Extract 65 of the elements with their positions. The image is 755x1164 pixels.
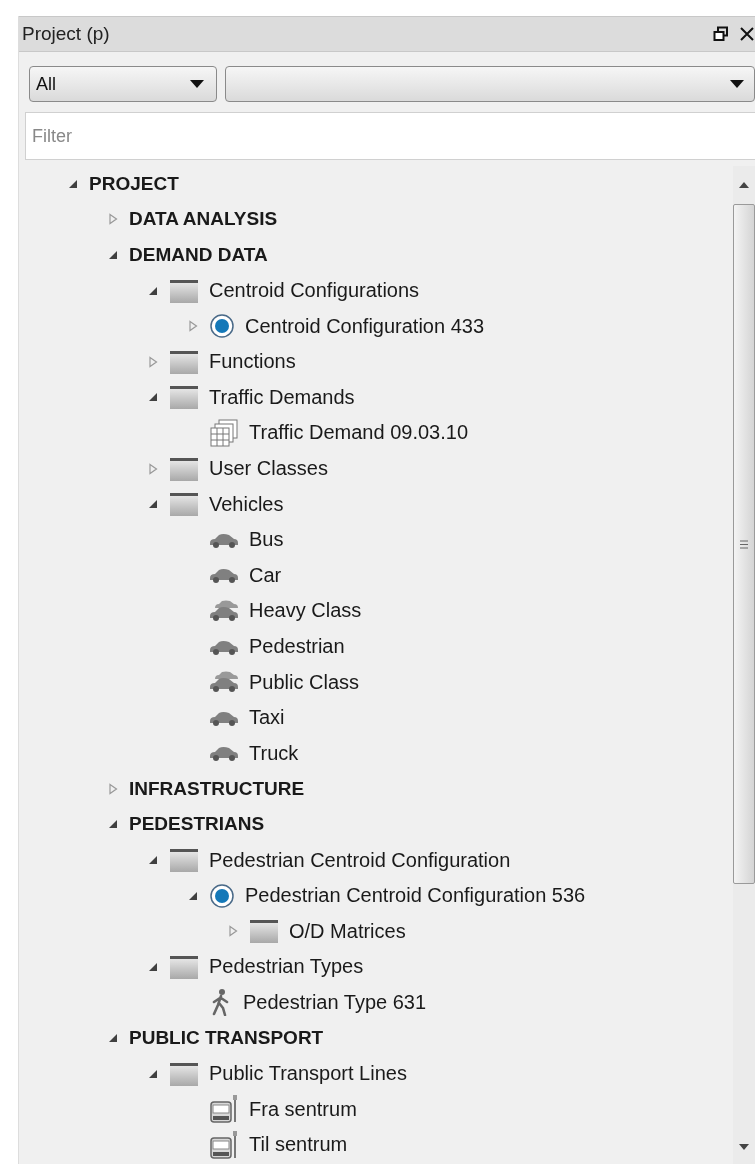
tree-item-label[interactable]: Taxi [249,706,285,730]
tree-item-label[interactable]: DATA ANALYSIS [129,208,278,231]
tree-item-label[interactable]: Vehicles [209,492,284,516]
folder-icon [169,847,199,874]
grip-icon [740,539,748,549]
stacked-car-icon [209,671,239,694]
tree-item-label[interactable]: Public Class [249,670,360,694]
tree-item-label[interactable]: Centroid Configurations [209,279,420,303]
collapse-arrow-icon[interactable] [107,249,119,261]
tree-item-label[interactable]: Til sentrum [249,1133,348,1157]
bus-stop-icon [209,1129,239,1160]
collapse-arrow-icon[interactable] [107,818,119,831]
grid-icon [209,417,239,448]
tree-item-label[interactable]: Pedestrian Centroid Configuration 536 [245,884,586,908]
dropdown-arrow-icon [190,80,204,88]
tree-item-label[interactable]: O/D Matrices [289,919,406,943]
radio-dot-icon [209,313,235,340]
close-icon[interactable] [739,26,755,42]
scroll-down-icon[interactable] [739,1144,749,1150]
tree-item-label[interactable]: Truck [249,741,299,765]
dropdown-arrow-icon [730,80,744,88]
folder-icon [169,277,199,304]
tree-item-label[interactable]: Pedestrian Type 631 [243,990,427,1014]
folder-icon [249,918,279,945]
tree-item-label[interactable]: PEDESTRIANS [129,813,265,836]
tree-item-label[interactable]: Public Transport Lines [209,1062,407,1086]
tree-item-label[interactable]: DEMAND DATA [129,244,268,266]
filter-field[interactable]: Filter [25,112,755,160]
tree-item-label[interactable]: Pedestrian Types [209,955,364,979]
category-dropdown[interactable] [225,66,755,102]
collapse-arrow-icon[interactable] [147,854,159,867]
tree-item-label[interactable]: Car [249,563,282,587]
stacked-car-icon [209,599,239,622]
tree-item-label[interactable]: PUBLIC TRANSPORT [129,1027,324,1050]
panel-title: Project (p) [22,23,111,45]
collapse-arrow-icon[interactable] [147,498,159,511]
tree-item-label[interactable]: Centroid Configuration 433 [245,314,485,338]
type-dropdown[interactable]: All [29,66,217,102]
scroll-up-icon[interactable] [739,182,749,188]
folder-icon [169,491,199,518]
radio-dot-icon [209,882,235,909]
tree-item-label[interactable]: Traffic Demand 09.03.10 [249,421,468,445]
scrollbar-thumb[interactable] [733,204,755,884]
collapse-arrow-icon[interactable] [107,1032,119,1045]
tree-item-label[interactable]: User Classes [209,457,328,481]
tree-item-label[interactable]: INFRASTRUCTURE [129,777,305,800]
folder-icon [169,953,199,980]
tree-item-label[interactable]: Bus [249,528,284,552]
folder-icon [169,384,199,411]
car-icon [209,744,239,763]
tree-item-label[interactable]: Traffic Demands [209,385,355,409]
restore-window-icon[interactable] [713,26,729,42]
folder-icon [169,348,199,375]
tree-item-label[interactable]: PROJECT [89,172,179,195]
vertical-scrollbar[interactable] [733,166,755,1164]
tree-item-label[interactable]: Fra sentrum [249,1097,357,1121]
folder-icon [169,1060,199,1087]
tree-item-label[interactable]: Pedestrian Centroid Configuration [209,848,511,872]
tree-item-label[interactable]: Pedestrian [249,635,345,658]
tree-item-label[interactable]: Heavy Class [249,599,362,623]
folder-icon [169,455,199,482]
bus-stop-icon [209,1094,239,1125]
tree-item-label[interactable]: Functions [209,350,296,374]
collapse-arrow-icon[interactable] [147,391,159,404]
car-icon [209,566,239,585]
